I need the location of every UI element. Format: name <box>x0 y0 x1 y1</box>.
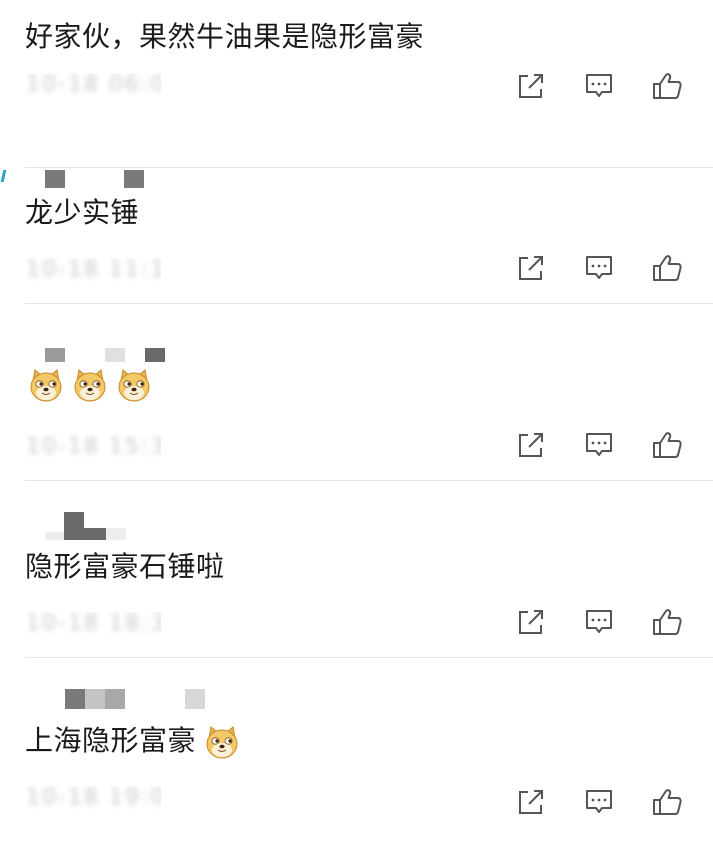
comment-content: 龙少实锤 <box>25 193 139 233</box>
redaction-block <box>45 532 65 540</box>
redaction-block <box>124 170 144 188</box>
comment-actions <box>515 70 695 104</box>
redaction-block <box>45 348 65 362</box>
doge-emoji-icon <box>74 369 106 402</box>
comment-icon <box>586 790 612 813</box>
share-icon <box>519 433 543 457</box>
comment-timestamp: 10-18 18:30 <box>26 612 161 636</box>
redaction-block <box>85 689 105 709</box>
comment-content: 好家伙，果然牛油果是隐形富豪 <box>25 17 424 57</box>
comment-text: 龙少实锤 <box>25 196 140 229</box>
timestamp-text: 10-18 11:12 <box>26 258 161 282</box>
reply-button[interactable] <box>583 429 615 461</box>
share-icon <box>519 256 543 280</box>
comment-icon <box>586 610 612 633</box>
doge-emoji-icon <box>118 369 150 402</box>
comment-icon <box>586 74 612 97</box>
like-button[interactable] <box>651 70 683 102</box>
comment-item: 龙少实锤 10-18 11:12 <box>0 168 713 345</box>
comment-actions <box>515 786 695 820</box>
redaction-block <box>106 528 126 540</box>
comment-content <box>28 367 160 403</box>
share-button[interactable] <box>515 786 547 818</box>
like-button[interactable] <box>651 786 683 818</box>
share-icon <box>519 610 543 634</box>
comment-item: 上海隐形富豪 10-18 19:01 <box>0 689 713 866</box>
share-icon <box>519 74 543 98</box>
reply-button[interactable] <box>583 252 615 284</box>
share-button[interactable] <box>515 606 547 638</box>
like-button[interactable] <box>651 606 683 638</box>
redaction-block <box>65 689 85 709</box>
like-button[interactable] <box>651 429 683 461</box>
comment-icon <box>586 433 612 456</box>
comment-actions <box>515 606 695 640</box>
share-button[interactable] <box>515 252 547 284</box>
divider <box>25 657 713 658</box>
comment-text: 上海隐形富豪 <box>25 724 197 757</box>
doge-emoji-icon <box>30 369 62 402</box>
thumbs-up-icon <box>653 789 682 815</box>
username-redacted <box>0 689 220 713</box>
comment-item: 隐形富豪石锤啦 10-18 18:30 <box>0 512 713 699</box>
redaction-block <box>45 170 65 188</box>
thumbs-up-icon <box>653 432 682 458</box>
timestamp-text: 10-18 06:01 <box>26 73 161 97</box>
trailing-emoji <box>204 721 248 761</box>
timestamp-text: 10-18 15:38 <box>26 435 161 459</box>
share-button[interactable] <box>515 70 547 102</box>
comment-text: 好家伙，果然牛油果是隐形富豪 <box>25 20 425 53</box>
comment-item: 好家伙，果然牛油果是隐形富豪 10-18 06:01 <box>0 0 713 168</box>
reply-button[interactable] <box>583 606 615 638</box>
username-redacted <box>0 345 220 369</box>
username-redacted <box>0 512 220 546</box>
comment-timestamp: 10-18 06:01 <box>26 73 161 97</box>
share-button[interactable] <box>515 429 547 461</box>
timestamp-text: 10-18 19:01 <box>26 786 161 810</box>
divider <box>25 303 713 304</box>
comment-timestamp: 10-18 19:01 <box>26 786 161 810</box>
comment-actions <box>515 429 695 463</box>
reply-button[interactable] <box>583 786 615 818</box>
redaction-block <box>105 348 125 362</box>
thumbs-up-icon <box>653 73 682 99</box>
redaction-block <box>84 528 106 540</box>
comment-content: 上海隐形富豪 <box>25 721 248 761</box>
reply-button[interactable] <box>583 70 615 102</box>
redaction-block <box>145 348 165 362</box>
comment-actions <box>515 252 695 286</box>
redaction-block <box>105 689 125 709</box>
comment-text: 隐形富豪石锤啦 <box>25 550 225 583</box>
share-icon <box>519 790 543 814</box>
username-redacted <box>0 168 220 192</box>
doge-emoji-icon <box>206 726 238 759</box>
redaction-block <box>185 689 205 709</box>
comment-content: 隐形富豪石锤啦 <box>25 547 225 587</box>
divider <box>25 480 713 481</box>
comment-icon <box>586 256 612 279</box>
like-button[interactable] <box>651 252 683 284</box>
comment-timestamp: 10-18 11:12 <box>26 258 161 282</box>
comment-timestamp: 10-18 15:38 <box>26 435 161 459</box>
comment-feed: 好家伙，果然牛油果是隐形富豪 10-18 06:01 <box>0 0 713 815</box>
timestamp-text: 10-18 18:30 <box>26 612 161 636</box>
thumbs-up-icon <box>653 255 682 281</box>
comment-item: 10-18 15:38 <box>0 345 713 522</box>
thumbs-up-icon <box>653 609 682 635</box>
redaction-block <box>64 512 84 540</box>
